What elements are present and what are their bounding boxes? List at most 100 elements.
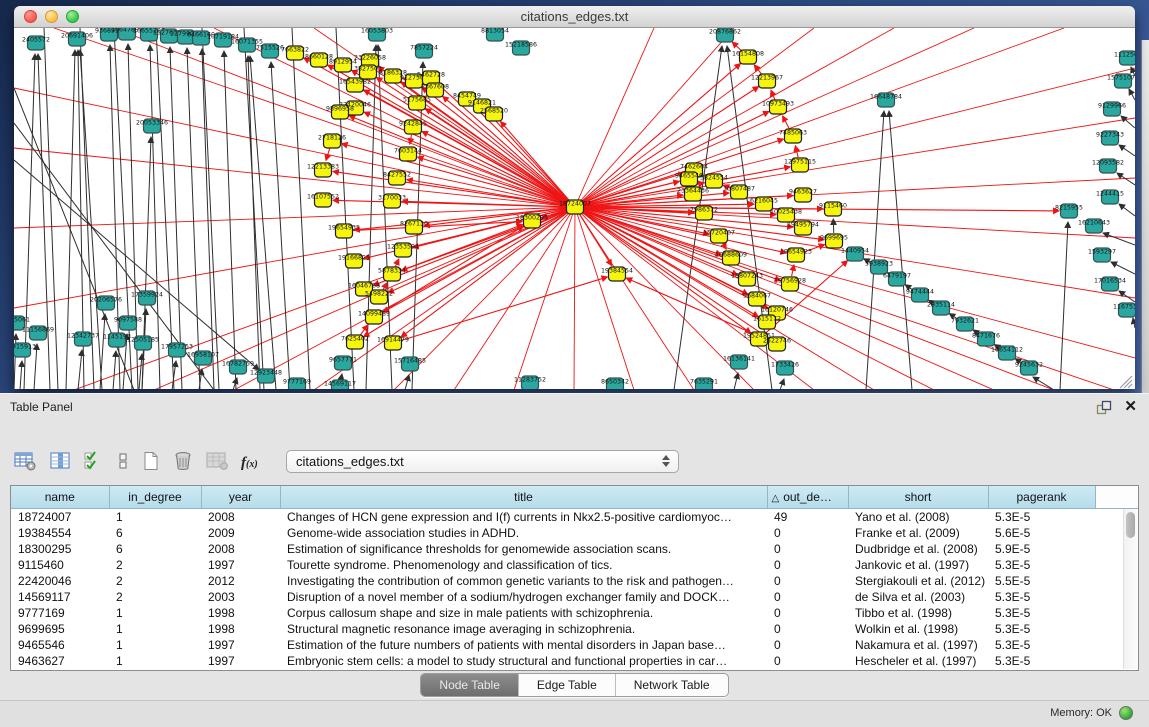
citation-edge[interactable] [1121,116,1135,128]
citation-edge[interactable] [1060,222,1068,389]
graph-node[interactable]: 12353594 [387,243,419,257]
canvas-resize-grip[interactable] [1120,376,1132,388]
citation-edge[interactable] [349,116,567,204]
citation-edge[interactable] [139,354,142,389]
table-cell[interactable]: 2 [109,573,201,589]
table-cell[interactable]: Wolkin et al. (1998) [848,621,988,637]
table-cell[interactable]: 1998 [201,605,280,621]
graph-node[interactable]: 12342737 [67,332,99,346]
table-row[interactable]: 1938455462009Genome-wide association stu… [11,525,1138,541]
graph-node[interactable]: 7515526 [256,44,284,58]
graph-node[interactable]: 19166825 [338,254,370,268]
graph-node[interactable]: 1112503 [1114,51,1135,65]
graph-node[interactable]: 9474444 [906,288,934,302]
table-cell[interactable]: 1998 [201,621,280,637]
graph-node[interactable]: 2935114 [927,301,955,315]
table-cell[interactable]: 9115460 [11,557,109,573]
graph-node[interactable]: 10025438 [770,208,802,222]
graph-node[interactable]: 16648784 [870,93,902,107]
graph-node[interactable]: 9129966 [1098,102,1126,116]
table-cell[interactable]: 1 [109,637,201,653]
graph-node[interactable]: 2405572 [22,36,50,50]
citation-edge[interactable] [14,334,16,389]
graph-node[interactable]: 11156869 [22,326,54,340]
table-cell[interactable]: Disruption of a novel member of a sodium… [280,589,767,605]
table-cell[interactable]: 49 [767,508,848,525]
citation-edge[interactable] [626,278,770,341]
graph-node[interactable]: 20876862 [709,28,741,42]
column-header-name[interactable]: name [11,486,109,508]
table-cell[interactable]: 2008 [201,541,280,557]
table-row[interactable]: 946554611997Estimation of the future num… [11,637,1138,653]
citation-edge[interactable] [187,48,200,389]
table-cell[interactable]: Corpus callosum shape and size in male p… [280,605,767,621]
graph-node[interactable]: 9777169 [283,378,311,389]
import-table-icon[interactable] [206,451,228,476]
graph-node[interactable]: 9699695 [820,234,848,248]
graph-node[interactable]: 17016534 [1094,277,1126,291]
table-cell[interactable]: 2 [109,557,201,573]
column-header-year[interactable]: year [201,486,280,508]
citation-edge[interactable] [1111,262,1135,274]
column-header-out_de[interactable]: △out_de… [767,486,848,508]
table-row[interactable]: 1456911722003Disruption of a novel membe… [11,589,1138,605]
graph-node[interactable]: 8267130 [400,220,428,234]
graph-node[interactable]: 8813054 [481,28,509,41]
citation-edge[interactable] [1133,318,1135,328]
graph-node[interactable]: 1733426 [771,361,799,375]
modify-table-icon[interactable] [14,451,37,476]
table-cell[interactable]: de Silva et al. (2003) [848,589,988,605]
table-cell[interactable]: Dudbridge et al. (2008) [848,541,988,557]
graph-node[interactable]: 16107552 [307,193,339,207]
table-cell[interactable]: 5.3E-5 [988,637,1095,653]
table-cell[interactable]: Jankovic et al. (1997) [848,557,988,573]
graph-node[interactable]: 12213967 [751,74,783,88]
select-all-rows-icon[interactable] [84,451,104,476]
graph-node[interactable]: 19756928 [774,277,806,291]
table-cell[interactable]: Investigating the contribution of common… [280,573,767,589]
graph-node[interactable]: 15716485 [394,357,426,371]
table-cell[interactable]: 18724007 [11,508,109,525]
table-row[interactable]: 977716911998Corpus callosum shape and si… [11,605,1138,621]
table-cell[interactable]: Nakamura et al. (1997) [848,637,988,653]
graph-node[interactable]: 1615172 [753,315,781,329]
citation-edge[interactable] [734,373,738,389]
table-cell[interactable]: 5.3E-5 [988,621,1095,637]
graph-node[interactable]: 1593297 [1088,248,1116,262]
column-header-short[interactable]: short [848,486,988,508]
citation-edge[interactable] [780,379,784,389]
citation-edge[interactable] [401,212,569,337]
citation-edge[interactable] [1103,233,1135,245]
citation-edge[interactable] [34,344,37,389]
table-cell[interactable]: 1997 [201,557,280,573]
table-cell[interactable]: 0 [767,589,848,605]
graph-node[interactable]: 3915913 [14,343,36,357]
table-cell[interactable]: Hescheler et al. (1997) [848,653,988,669]
column-header-in_degree[interactable]: in_degree [109,486,201,508]
table-cell[interactable]: Yano et al. (2008) [848,508,988,525]
citation-edge[interactable] [1119,145,1135,156]
zoom-button[interactable] [66,10,79,23]
table-cell[interactable]: 5.3E-5 [988,508,1095,525]
graph-node[interactable]: 7625402 [341,335,369,349]
window-titlebar[interactable]: citations_edges.txt [14,6,1135,28]
table-row[interactable]: 969969511998Structural magnetic resonanc… [11,621,1138,637]
table-cell[interactable]: 2009 [201,525,280,541]
graph-node[interactable]: 12093582 [1092,159,1124,173]
table-cell[interactable]: Tibbo et al. (1998) [848,605,988,621]
column-header-pagerank[interactable]: pagerank [988,486,1095,508]
table-cell[interactable]: Franke et al. (2009) [848,525,988,541]
graph-node[interactable]: 8471676 [972,332,1000,346]
table-cell[interactable]: 6 [109,525,201,541]
graph-node[interactable]: 1167533 [1113,303,1135,317]
graph-node[interactable]: 14099489 [358,310,390,324]
citation-edge[interactable] [364,90,568,203]
graph-node[interactable]: 2568520 [480,107,508,121]
table-cell[interactable]: 1997 [201,653,280,669]
graph-node[interactable]: 6479197 [883,272,911,286]
graph-node[interactable]: 16210643 [1078,219,1110,233]
tab-edge-table[interactable]: Edge Table [519,674,616,696]
graph-node[interactable]: 7635291 [690,378,718,389]
graph-node[interactable]: 10688609 [715,251,747,265]
table-cell[interactable]: 2 [109,589,201,605]
